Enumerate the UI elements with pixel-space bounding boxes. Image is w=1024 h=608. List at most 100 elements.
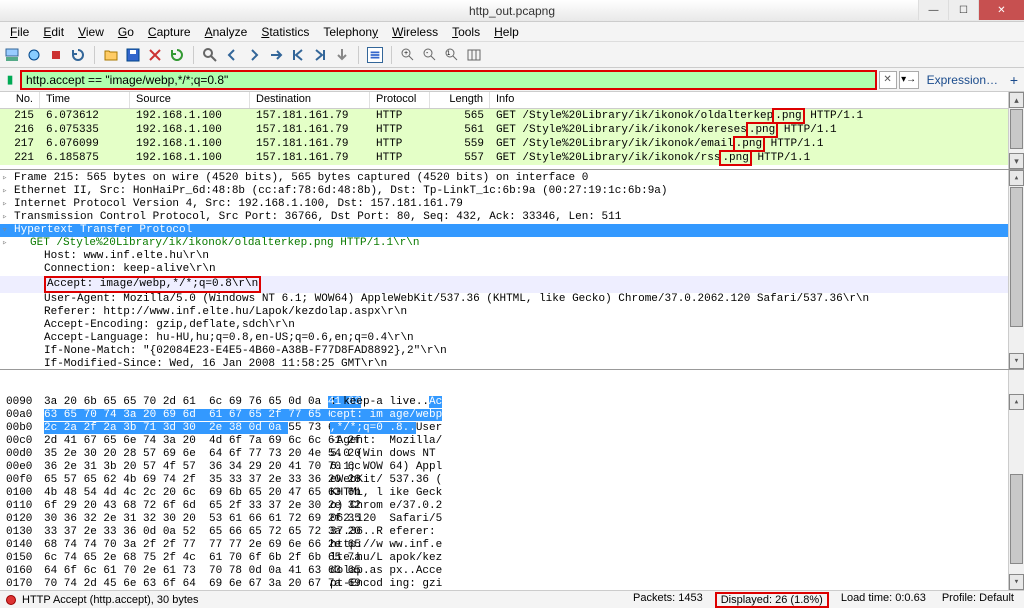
detail-host[interactable]: Host: www.inf.elte.hu\r\n [0, 250, 1024, 263]
packet-bytes-pane[interactable]: 00903a 20 6b 65 65 70 2d 61 6c 69 76 65 … [0, 370, 1024, 590]
menu-statistics[interactable]: Statistics [255, 23, 315, 41]
col-info[interactable]: Info [490, 92, 1024, 108]
hex-row[interactable]: 016064 6f 6c 61 70 2e 61 73 70 78 0d 0a … [0, 565, 1024, 578]
hex-row[interactable]: 01506c 74 65 2e 68 75 2f 4c 61 70 6f 6b … [0, 552, 1024, 565]
scroll-down-icon[interactable]: ▾ [1009, 153, 1024, 169]
col-source[interactable]: Source [130, 92, 250, 108]
menu-help[interactable]: Help [488, 23, 525, 41]
hex-row[interactable]: 00a063 65 70 74 3a 20 69 6d 61 67 65 2f … [0, 409, 1024, 422]
go-forward-icon[interactable] [246, 47, 262, 63]
hex-row[interactable]: 00f065 57 65 62 4b 69 74 2f 35 33 37 2e … [0, 474, 1024, 487]
detail-accept-encoding[interactable]: Accept-Encoding: gzip,deflate,sdch\r\n [0, 319, 1024, 332]
detail-tcp[interactable]: Transmission Control Protocol, Src Port:… [0, 211, 1024, 224]
packet-list-scrollbar[interactable]: ▴ ▾ [1008, 92, 1024, 169]
hex-row[interactable]: 00c02d 41 67 65 6e 74 3a 20 4d 6f 7a 69 … [0, 435, 1024, 448]
close-button[interactable]: ✕ [978, 0, 1024, 20]
hex-row[interactable]: 017070 74 2d 45 6e 63 6f 64 69 6e 67 3a … [0, 578, 1024, 590]
details-scrollbar[interactable]: ▴ ▾ [1008, 170, 1024, 369]
detail-ip[interactable]: Internet Protocol Version 4, Src: 192.16… [0, 198, 1024, 211]
zoom-reset-icon[interactable]: 1 [444, 47, 460, 63]
packet-row[interactable]: 2216.185875192.168.1.100157.181.161.79HT… [0, 151, 1024, 165]
scroll-up-icon[interactable]: ▴ [1009, 92, 1024, 108]
packet-row[interactable]: 2176.076099192.168.1.100157.181.161.79HT… [0, 137, 1024, 151]
expert-info-icon[interactable] [6, 595, 16, 605]
save-icon[interactable] [125, 47, 141, 63]
detail-if-modified-since[interactable]: If-Modified-Since: Wed, 16 Jan 2008 11:5… [0, 358, 1024, 370]
col-destination[interactable]: Destination [250, 92, 370, 108]
detail-http[interactable]: Hypertext Transfer Protocol [0, 224, 1024, 237]
hex-scrollbar[interactable]: ▴ ▾ [1008, 370, 1024, 590]
zoom-in-icon[interactable]: + [400, 47, 416, 63]
packet-list-body[interactable]: 2156.073612192.168.1.100157.181.161.79HT… [0, 109, 1024, 165]
status-load-time: Load time: 0:0.63 [837, 592, 930, 608]
hex-row[interactable]: 01004b 48 54 4d 4c 2c 20 6c 69 6b 65 20 … [0, 487, 1024, 500]
restart-capture-icon[interactable] [70, 47, 86, 63]
go-last-icon[interactable] [312, 47, 328, 63]
hex-row[interactable]: 012030 36 32 2e 31 32 30 20 53 61 66 61 … [0, 513, 1024, 526]
hex-row[interactable]: 00d035 2e 30 20 28 57 69 6e 64 6f 77 73 … [0, 448, 1024, 461]
menu-go[interactable]: Go [112, 23, 140, 41]
scroll-up-icon[interactable]: ▴ [1009, 394, 1024, 410]
close-file-icon[interactable] [147, 47, 163, 63]
detail-useragent[interactable]: User-Agent: Mozilla/5.0 (Windows NT 6.1;… [0, 293, 1024, 306]
detail-referer[interactable]: Referer: http://www.inf.elte.hu/Lapok/ke… [0, 306, 1024, 319]
status-profile[interactable]: Profile: Default [938, 592, 1018, 608]
menu-analyze[interactable]: Analyze [199, 23, 254, 41]
scroll-down-icon[interactable]: ▾ [1009, 574, 1024, 590]
col-no[interactable]: No. [0, 92, 40, 108]
reload-icon[interactable] [169, 47, 185, 63]
hex-row[interactable]: 00e036 2e 31 3b 20 57 4f 57 36 34 29 20 … [0, 461, 1024, 474]
colorize-icon[interactable] [367, 47, 383, 63]
menu-capture[interactable]: Capture [142, 23, 197, 41]
zoom-out-icon[interactable]: - [422, 47, 438, 63]
clear-filter-button[interactable]: ✕ [879, 71, 897, 89]
col-protocol[interactable]: Protocol [370, 92, 430, 108]
expression-button[interactable]: Expression… [921, 73, 1004, 87]
interfaces-icon[interactable] [4, 47, 20, 63]
hex-row[interactable]: 013033 37 2e 33 36 0d 0a 52 65 66 65 72 … [0, 526, 1024, 539]
start-capture-icon[interactable] [26, 47, 42, 63]
filter-bar: ▮ ✕ ▾→ Expression… + [0, 68, 1024, 92]
scroll-down-icon[interactable]: ▾ [1009, 353, 1024, 369]
detail-if-none-match[interactable]: If-None-Match: "{02084E23-E4E5-4B60-A38B… [0, 345, 1024, 358]
detail-accept-language[interactable]: Accept-Language: hu-HU,hu;q=0.8,en-US;q=… [0, 332, 1024, 345]
scroll-thumb[interactable] [1010, 474, 1023, 564]
hex-row[interactable]: 00903a 20 6b 65 65 70 2d 61 6c 69 76 65 … [0, 396, 1024, 409]
maximize-button[interactable]: ☐ [948, 0, 978, 20]
scroll-up-icon[interactable]: ▴ [1009, 170, 1024, 186]
packet-row[interactable]: 2156.073612192.168.1.100157.181.161.79HT… [0, 109, 1024, 123]
stop-capture-icon[interactable] [48, 47, 64, 63]
apply-filter-button[interactable]: ▾→ [899, 71, 919, 89]
packet-row[interactable]: 2166.075335192.168.1.100157.181.161.79HT… [0, 123, 1024, 137]
find-icon[interactable] [202, 47, 218, 63]
menu-wireless[interactable]: Wireless [386, 23, 444, 41]
detail-accept[interactable]: Accept: image/webp,*/*;q=0.8\r\n [0, 276, 1024, 293]
go-first-icon[interactable] [290, 47, 306, 63]
go-back-icon[interactable] [224, 47, 240, 63]
menu-edit[interactable]: Edit [37, 23, 70, 41]
detail-frame[interactable]: Frame 215: 565 bytes on wire (4520 bits)… [0, 172, 1024, 185]
resize-columns-icon[interactable] [466, 47, 482, 63]
detail-ethernet[interactable]: Ethernet II, Src: HonHaiPr_6d:48:8b (cc:… [0, 185, 1024, 198]
hex-row[interactable]: 014068 74 74 70 3a 2f 2f 77 77 77 2e 69 … [0, 539, 1024, 552]
open-icon[interactable] [103, 47, 119, 63]
menu-telephony[interactable]: Telephony [317, 23, 384, 41]
menu-tools[interactable]: Tools [446, 23, 486, 41]
auto-scroll-icon[interactable] [334, 47, 350, 63]
scroll-thumb[interactable] [1010, 187, 1023, 327]
bookmark-filter-icon[interactable]: ▮ [2, 72, 18, 88]
col-length[interactable]: Length [430, 92, 490, 108]
menu-view[interactable]: View [72, 23, 110, 41]
minimize-button[interactable]: — [918, 0, 948, 20]
packet-details-pane[interactable]: Frame 215: 565 bytes on wire (4520 bits)… [0, 170, 1024, 370]
col-time[interactable]: Time [40, 92, 130, 108]
display-filter-input[interactable] [20, 70, 877, 90]
hex-row[interactable]: 01106f 29 20 43 68 72 6f 6d 65 2f 33 37 … [0, 500, 1024, 513]
detail-http-request[interactable]: GET /Style%20Library/ik/ikonok/oldalterk… [0, 237, 1024, 250]
add-filter-button[interactable]: + [1006, 72, 1022, 88]
go-to-icon[interactable] [268, 47, 284, 63]
hex-row[interactable]: 00b02c 2a 2f 2a 3b 71 3d 30 2e 38 0d 0a … [0, 422, 1024, 435]
menu-file[interactable]: File [4, 23, 35, 41]
scroll-thumb[interactable] [1010, 109, 1023, 149]
detail-connection[interactable]: Connection: keep-alive\r\n [0, 263, 1024, 276]
